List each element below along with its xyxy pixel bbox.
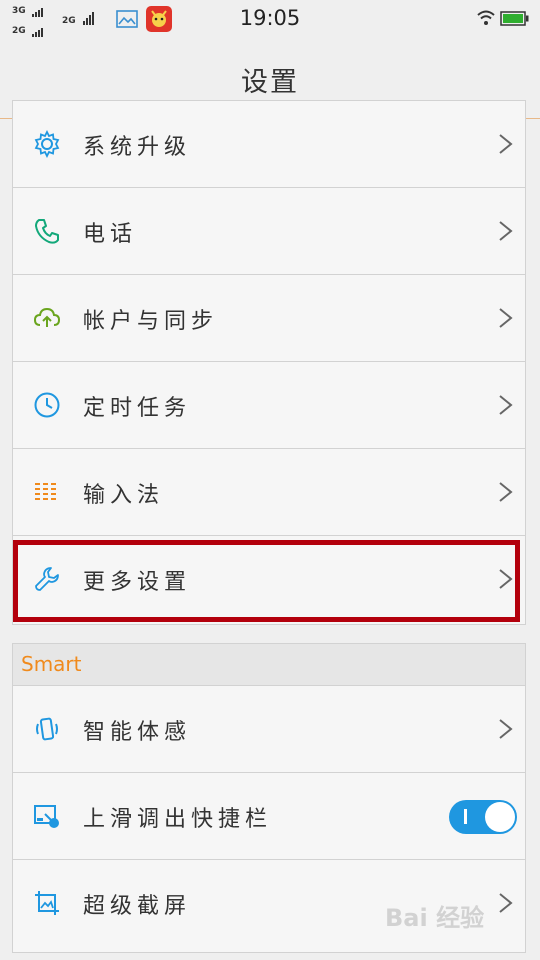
chevron-right-icon [499, 134, 513, 154]
settings-item-label: 电话 [83, 222, 138, 247]
chevron-right-icon [499, 719, 513, 739]
chevron-right-icon [499, 893, 513, 913]
gear-icon [34, 130, 60, 158]
settings-item-label: 上滑调出快捷栏 [83, 807, 273, 832]
swipe-up-icon [34, 805, 59, 828]
cloud-sync-icon [33, 307, 61, 327]
settings-item-input-method[interactable]: 输入法 [13, 449, 525, 536]
battery-icon [500, 11, 529, 26]
toggle-knob [485, 802, 515, 832]
clock: 19:05 [239, 6, 301, 30]
settings-item-system-update[interactable]: 系统升级 [13, 101, 525, 188]
settings-item-smart-motion[interactable]: 智能体感 [13, 686, 525, 773]
toggle-on-indicator [464, 809, 467, 824]
toggle-switch[interactable] [449, 800, 517, 834]
chevron-right-icon [499, 482, 513, 502]
keyboard-icon [35, 483, 56, 500]
motion-phone-icon [36, 717, 58, 741]
section-title: Smart [21, 652, 82, 676]
settings-item-phone[interactable]: 电话 [13, 188, 525, 275]
page-title: 设置 [241, 67, 299, 98]
screenshot-icon [35, 891, 59, 915]
chevron-right-icon [499, 221, 513, 241]
settings-item-label: 超级截屏 [83, 894, 192, 919]
watermark: Bai 经验 [385, 904, 485, 932]
wifi-icon [477, 10, 495, 25]
settings-item-swipe-up-shortcuts[interactable]: 上滑调出快捷栏 [13, 773, 525, 860]
chevron-right-icon [499, 395, 513, 415]
status-bar: 3G 2G 2G 19:05 [0, 0, 540, 38]
settings-item-label: 智能体感 [83, 720, 192, 745]
settings-item-scheduled-tasks[interactable]: 定时任务 [13, 362, 525, 449]
clock-icon [34, 392, 60, 418]
settings-item-label: 系统升级 [83, 135, 192, 160]
settings-item-label: 帐户与同步 [83, 309, 219, 334]
settings-item-label: 定时任务 [83, 396, 192, 421]
phone-icon [35, 219, 59, 244]
settings-item-accounts-sync[interactable]: 帐户与同步 [13, 275, 525, 362]
settings-item-label: 输入法 [83, 483, 165, 508]
chevron-right-icon [499, 308, 513, 328]
section-header: Smart [13, 644, 525, 686]
highlight-box [13, 540, 520, 622]
